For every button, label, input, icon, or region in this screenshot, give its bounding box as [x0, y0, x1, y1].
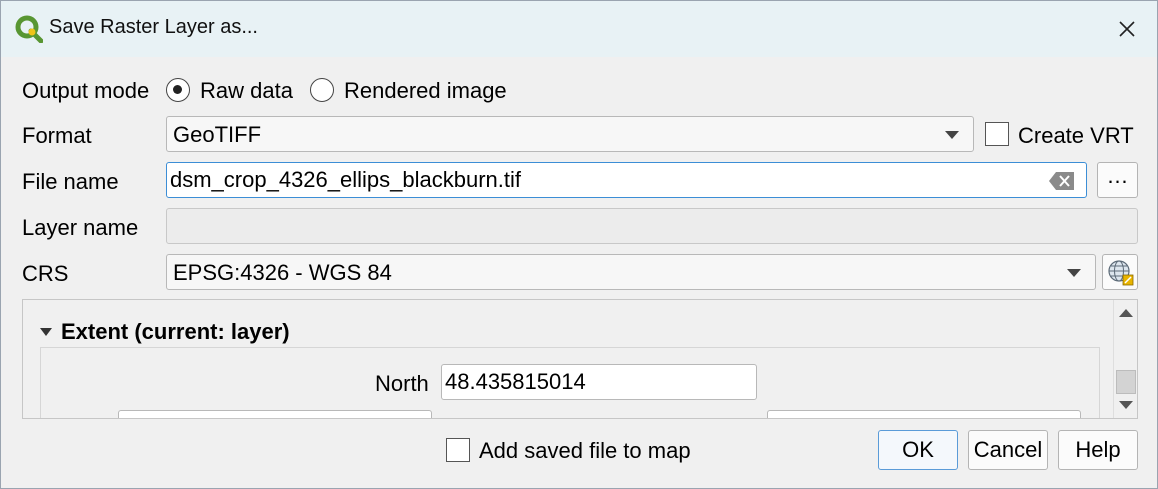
- cancel-button-label: Cancel: [973, 437, 1043, 462]
- layer-name-input: [166, 208, 1138, 244]
- help-button-label: Help: [1075, 437, 1121, 462]
- select-crs-button[interactable]: [1102, 254, 1138, 290]
- output-mode-label: Output mode: [22, 78, 150, 103]
- ok-button-label: OK: [902, 437, 934, 462]
- browse-button-label: …: [1106, 163, 1129, 188]
- globe-crs-icon: [1108, 260, 1134, 286]
- file-name-label: File name: [22, 169, 119, 194]
- add-to-map-checkbox[interactable]: [446, 438, 470, 462]
- north-value: 48.435815014: [445, 369, 586, 394]
- east-input[interactable]: [767, 410, 1081, 418]
- qgis-logo-icon: [15, 15, 44, 44]
- format-label: Format: [22, 123, 92, 148]
- file-name-input[interactable]: dsm_crop_4326_ellips_blackburn.tif: [166, 162, 1087, 198]
- scroll-up-icon[interactable]: [1119, 308, 1133, 318]
- clear-text-icon[interactable]: [1048, 171, 1076, 197]
- extent-groupbox: Extent (current: layer) North 48.4358150…: [22, 299, 1138, 419]
- scroll-down-icon[interactable]: [1119, 400, 1133, 410]
- north-label: North: [375, 371, 429, 396]
- rendered-image-label[interactable]: Rendered image: [344, 78, 507, 104]
- add-to-map-label[interactable]: Add saved file to map: [479, 438, 691, 464]
- create-vrt-label[interactable]: Create VRT: [1018, 123, 1134, 149]
- help-button[interactable]: Help: [1058, 430, 1138, 470]
- format-select[interactable]: GeoTIFF: [166, 116, 974, 152]
- browse-button[interactable]: …: [1097, 162, 1138, 198]
- format-value: GeoTIFF: [173, 122, 262, 147]
- extent-title[interactable]: Extent (current: layer): [61, 319, 290, 345]
- cancel-button[interactable]: Cancel: [968, 430, 1048, 470]
- close-icon: [1119, 21, 1135, 37]
- chevron-down-icon: [1067, 269, 1081, 277]
- rendered-image-radio[interactable]: [310, 78, 334, 102]
- save-raster-dialog: Save Raster Layer as... Output mode Raw …: [0, 0, 1158, 489]
- extent-scrollbar[interactable]: [1113, 300, 1137, 418]
- north-input[interactable]: 48.435815014: [441, 364, 757, 400]
- layer-name-label: Layer name: [22, 215, 139, 240]
- raw-data-radio[interactable]: [166, 78, 190, 102]
- crs-label: CRS: [22, 261, 69, 286]
- file-name-value: dsm_crop_4326_ellips_blackburn.tif: [170, 167, 521, 192]
- chevron-down-icon: [945, 131, 959, 139]
- create-vrt-checkbox[interactable]: [985, 122, 1009, 146]
- crs-select[interactable]: EPSG:4326 - WGS 84: [166, 254, 1096, 290]
- west-input[interactable]: [118, 410, 432, 418]
- title-bar: Save Raster Layer as...: [1, 1, 1157, 57]
- scrollbar-thumb[interactable]: [1116, 370, 1136, 394]
- collapse-triangle-icon[interactable]: [40, 328, 52, 338]
- raw-data-label[interactable]: Raw data: [200, 78, 293, 104]
- close-button[interactable]: [1097, 1, 1157, 57]
- window-title: Save Raster Layer as...: [49, 16, 258, 38]
- extent-panel: North 48.435815014: [40, 347, 1100, 418]
- ok-button[interactable]: OK: [878, 430, 958, 470]
- crs-value: EPSG:4326 - WGS 84: [173, 260, 392, 285]
